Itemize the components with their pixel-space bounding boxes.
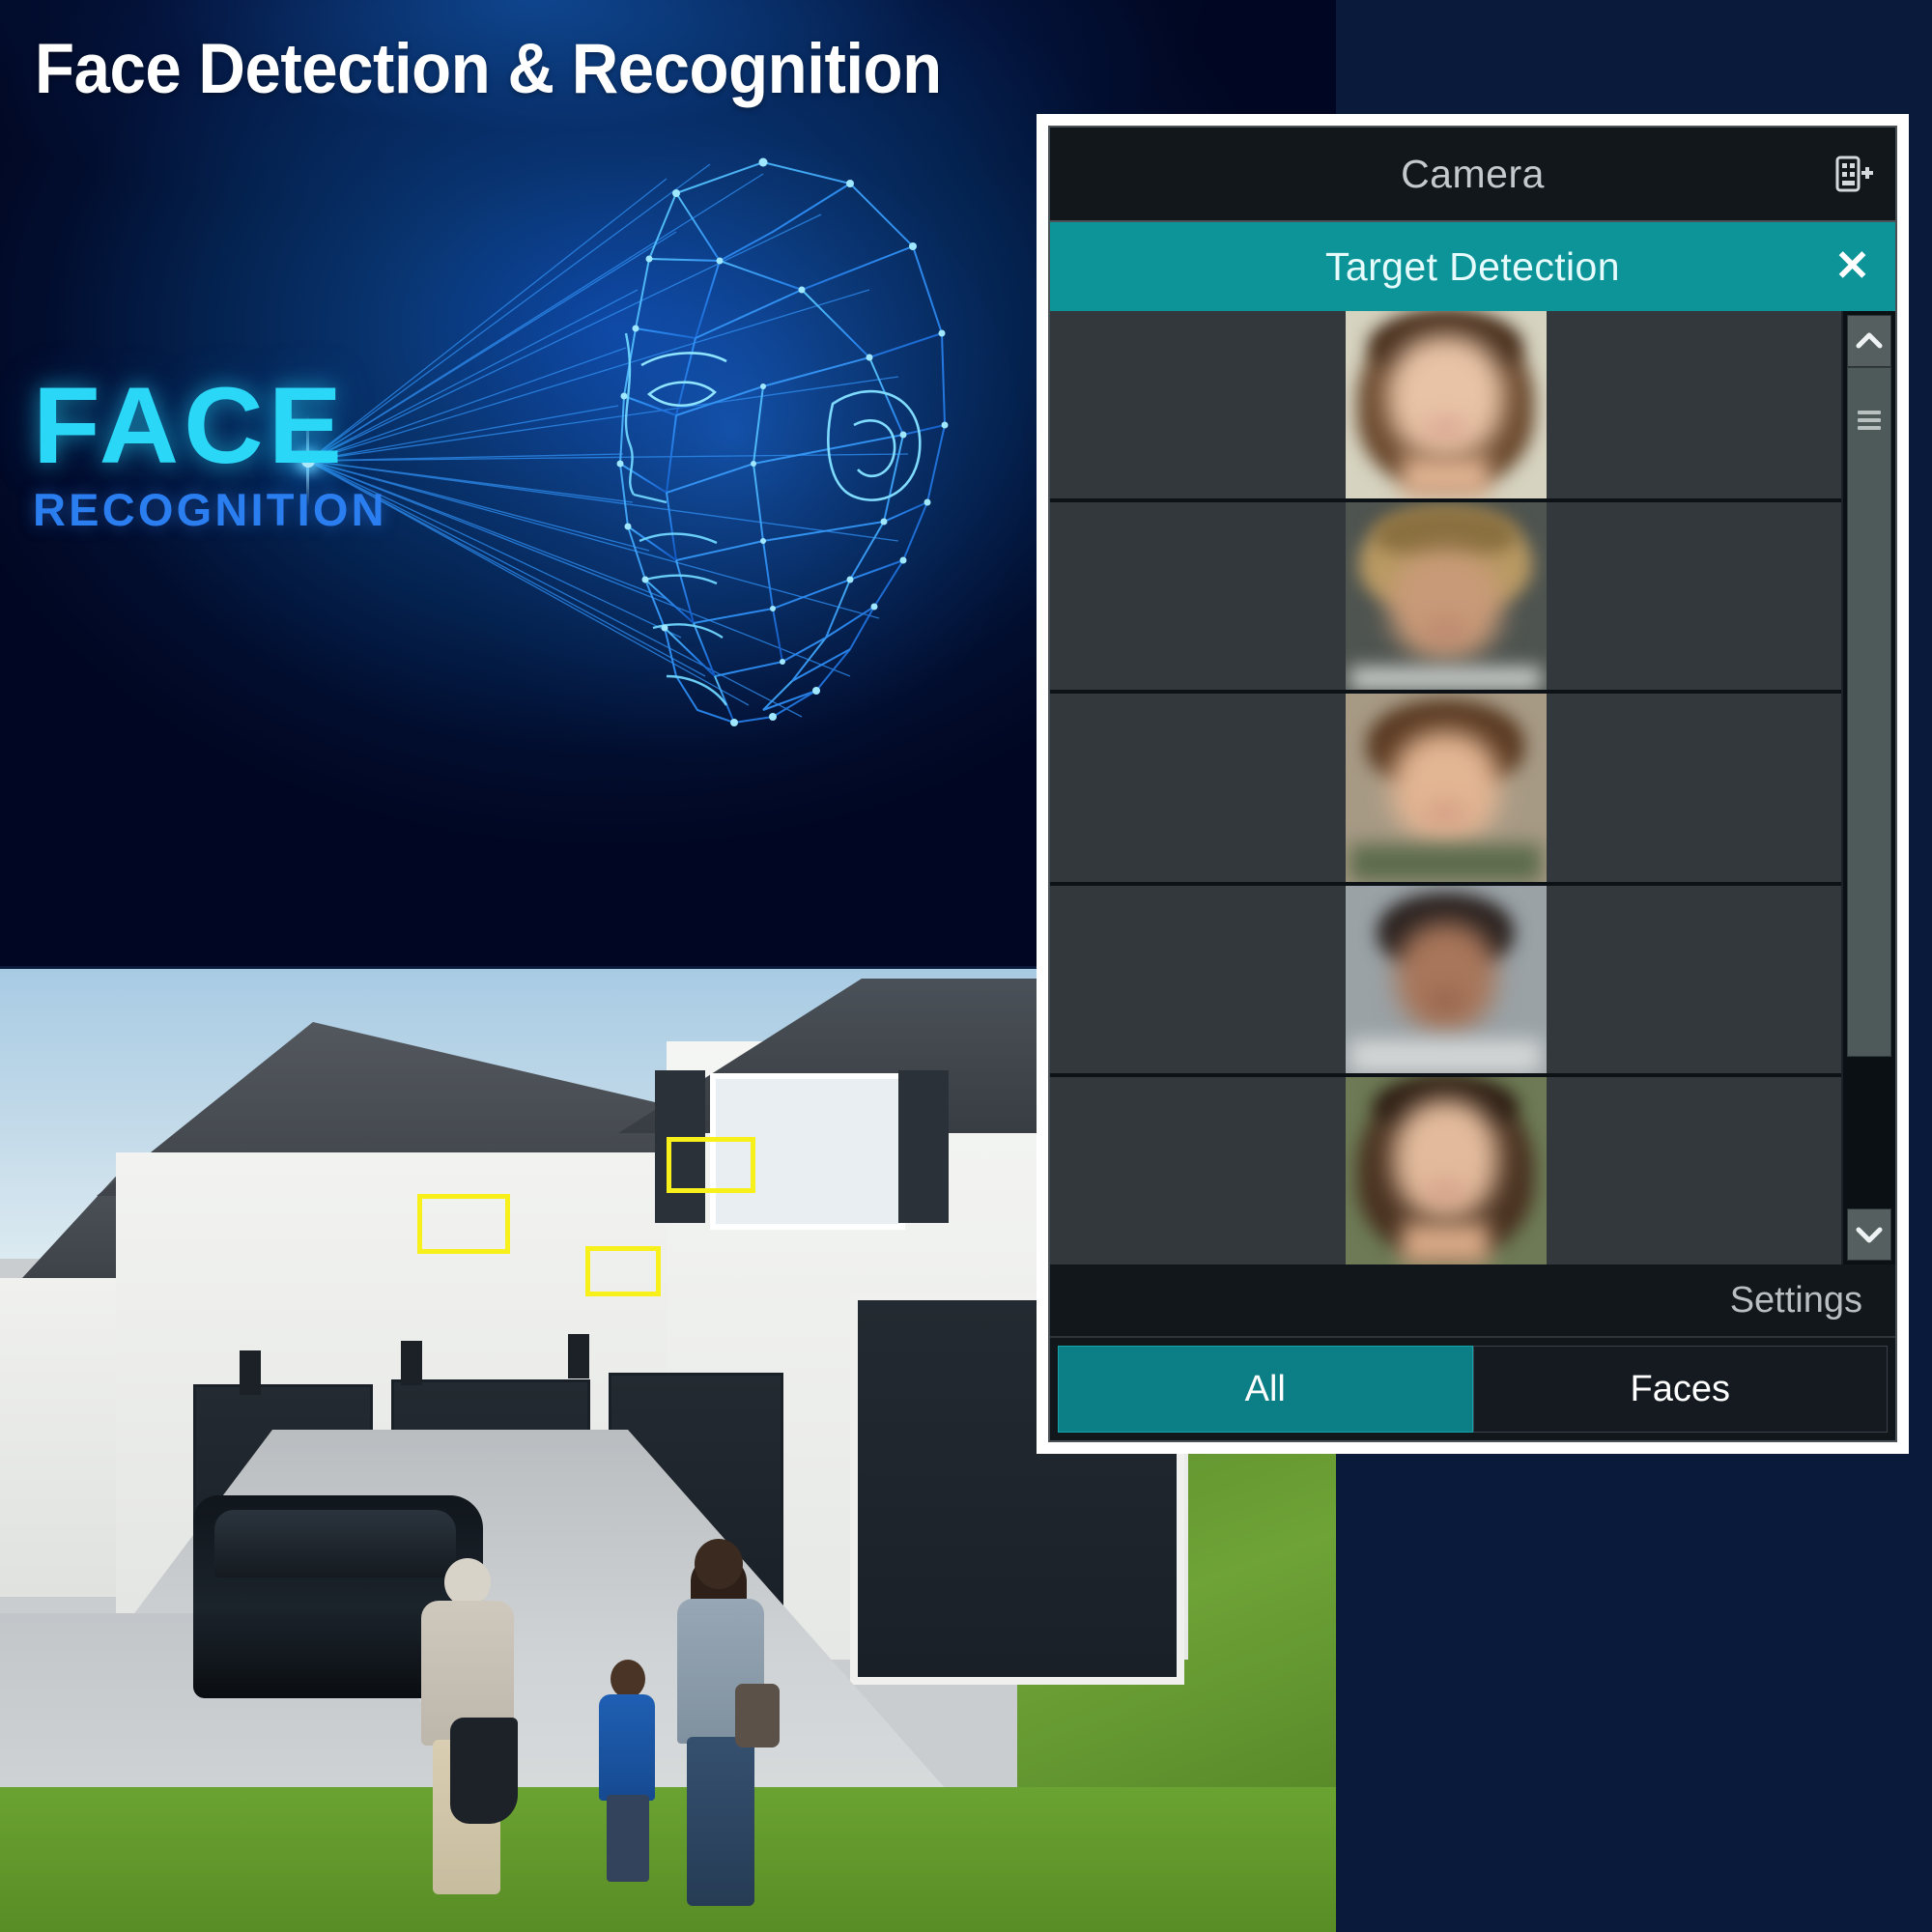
filter-tabs: All Faces bbox=[1050, 1336, 1895, 1440]
chevron-up-icon bbox=[1856, 332, 1883, 349]
child-torso bbox=[599, 1694, 655, 1801]
woman-legs bbox=[687, 1737, 754, 1906]
wall-lamp-2 bbox=[401, 1341, 422, 1385]
face-results-list[interactable] bbox=[1050, 311, 1841, 1264]
camera-header: Camera bbox=[1050, 128, 1895, 222]
man-head bbox=[444, 1558, 491, 1606]
woman-handbag bbox=[735, 1684, 780, 1747]
tab-faces[interactable]: Faces bbox=[1472, 1346, 1888, 1433]
face-thumbnail-1[interactable] bbox=[1345, 311, 1547, 499]
chevron-down-icon bbox=[1856, 1227, 1883, 1243]
add-device-icon[interactable] bbox=[1835, 153, 1874, 195]
lawn-bottom bbox=[0, 1787, 1336, 1932]
page-title: Face Detection & Recognition bbox=[35, 30, 942, 108]
face-result-row[interactable] bbox=[1050, 694, 1841, 886]
detection-box-child[interactable] bbox=[585, 1246, 661, 1296]
settings-row[interactable]: Settings bbox=[1050, 1264, 1895, 1336]
target-detection-panel: Camera Target Detection ✕ Settings All F… bbox=[1037, 114, 1909, 1454]
person-child bbox=[593, 1660, 663, 1896]
face-thumbnail-2[interactable] bbox=[1345, 502, 1547, 691]
close-icon[interactable]: ✕ bbox=[1834, 245, 1870, 288]
person-woman bbox=[671, 1539, 780, 1916]
window-shutter-right bbox=[898, 1070, 949, 1223]
person-man bbox=[415, 1558, 518, 1906]
face-result-row[interactable] bbox=[1050, 885, 1841, 1077]
target-detection-header: Target Detection ✕ bbox=[1050, 222, 1895, 311]
scroll-up-button[interactable] bbox=[1847, 315, 1891, 367]
scrollbar-thumb[interactable] bbox=[1847, 367, 1891, 1058]
target-detection-title: Target Detection bbox=[1325, 243, 1620, 289]
face-result-row[interactable] bbox=[1050, 1076, 1841, 1264]
woman-head bbox=[695, 1539, 743, 1589]
face-thumbnail-5[interactable] bbox=[1345, 1076, 1547, 1264]
man-jacket bbox=[450, 1718, 518, 1824]
detection-box-woman[interactable] bbox=[667, 1137, 755, 1193]
face-list-scrollbar[interactable] bbox=[1841, 311, 1895, 1264]
panel-inner: Camera Target Detection ✕ Settings All F… bbox=[1048, 126, 1897, 1442]
face-result-row[interactable] bbox=[1050, 502, 1841, 695]
child-head bbox=[611, 1660, 645, 1698]
grip-lines-icon bbox=[1858, 407, 1881, 434]
settings-label[interactable]: Settings bbox=[1730, 1280, 1862, 1321]
face-results-region bbox=[1050, 311, 1895, 1264]
face-thumbnail-3[interactable] bbox=[1345, 694, 1547, 882]
wall-lamp-3 bbox=[568, 1334, 589, 1378]
scrollbar-track[interactable] bbox=[1847, 367, 1891, 1208]
tab-all[interactable]: All bbox=[1058, 1346, 1473, 1433]
logo-primary-text: FACE bbox=[33, 365, 348, 486]
face-thumbnail-4[interactable] bbox=[1345, 885, 1547, 1073]
detection-box-man[interactable] bbox=[417, 1194, 510, 1254]
screenshot-stage: Face Detection & Recognition FACE RECOGN… bbox=[0, 0, 1932, 1932]
face-recognition-logo: FACE RECOGNITION bbox=[33, 372, 387, 535]
child-legs bbox=[607, 1795, 649, 1882]
wall-lamp-1 bbox=[240, 1350, 261, 1395]
logo-secondary-text: RECOGNITION bbox=[33, 484, 387, 535]
face-result-row[interactable] bbox=[1050, 311, 1841, 503]
camera-header-title: Camera bbox=[1401, 151, 1545, 196]
scroll-down-button[interactable] bbox=[1847, 1208, 1891, 1261]
